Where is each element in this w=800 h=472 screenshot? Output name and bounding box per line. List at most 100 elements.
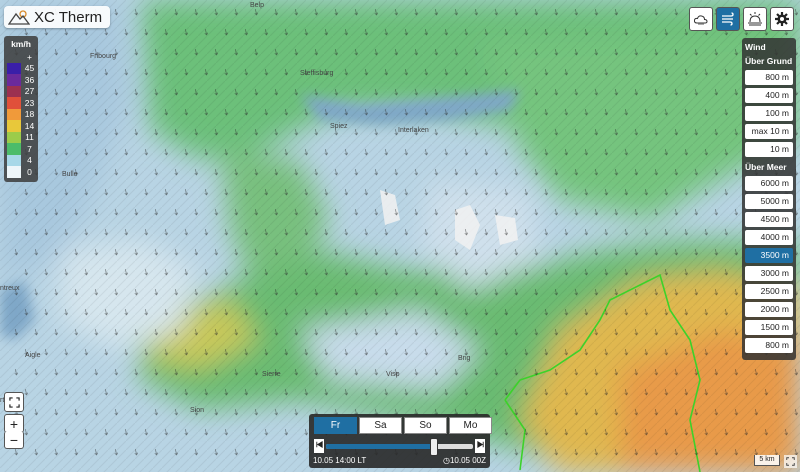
- wind-speed-legend: km/h + 45 36 27 23 18 14 11 7 4 0: [4, 36, 38, 182]
- legend-swatch: [7, 97, 21, 109]
- legend-top-marker: +: [27, 51, 32, 62]
- legend-swatch: [7, 85, 21, 97]
- legend-row: 7: [4, 143, 38, 155]
- place-label: Aigle: [25, 352, 41, 359]
- legend-row: 14: [4, 120, 38, 132]
- legend-label: 7: [27, 143, 32, 154]
- place-label: Spiez: [330, 123, 348, 130]
- app-logo[interactable]: XC Therm: [4, 6, 111, 28]
- place-label: Interlaken: [398, 127, 429, 134]
- cloud-sun-icon: [693, 15, 708, 25]
- place-label: Steffisburg: [300, 70, 333, 77]
- legend-row: 45: [4, 62, 38, 74]
- skip-back-icon: [315, 441, 323, 448]
- legend-row: 11: [4, 131, 38, 143]
- level-button[interactable]: 10 m: [745, 142, 793, 157]
- fullscreen-right-button[interactable]: [784, 455, 797, 468]
- thermal-layer-button[interactable]: [689, 7, 713, 31]
- level-button[interactable]: 3500 m: [745, 248, 793, 263]
- day-tab[interactable]: Fr: [314, 417, 357, 434]
- place-label: ntreux: [0, 285, 20, 292]
- legend-row: 0: [4, 166, 38, 178]
- legend-label: 11: [25, 132, 34, 143]
- sun-horizon-icon: [748, 12, 762, 26]
- place-label: Fribourg: [90, 53, 116, 60]
- legend-label: 27: [24, 86, 35, 97]
- day-tab[interactable]: Mo: [449, 417, 492, 434]
- place-label: Brig: [458, 355, 471, 362]
- level-button[interactable]: 400 m: [745, 88, 793, 103]
- legend-row: 23: [4, 97, 38, 109]
- level-button[interactable]: max 10 m: [745, 124, 793, 139]
- legend-label: 14: [24, 120, 35, 131]
- legend-label: 0: [27, 166, 32, 177]
- legend-row: 27: [4, 85, 38, 97]
- legend-label: 45: [24, 63, 35, 74]
- level-button[interactable]: 100 m: [745, 106, 793, 121]
- legend-row: 36: [4, 74, 38, 86]
- local-time-label: 10.05 14:00 LT: [313, 456, 367, 465]
- legend-swatch: [7, 108, 21, 120]
- above-ground-header: Über Grund: [745, 56, 793, 66]
- slider-handle[interactable]: [430, 438, 439, 456]
- utc-time-text: 10.05 00Z: [449, 456, 486, 465]
- level-button[interactable]: 6000 m: [745, 176, 793, 191]
- wind-layer-button[interactable]: [716, 7, 740, 31]
- level-button[interactable]: 1500 m: [745, 320, 793, 335]
- legend-swatch: [7, 74, 21, 86]
- level-button[interactable]: 4000 m: [745, 230, 793, 245]
- legend-label: 4: [27, 155, 32, 166]
- fullscreen-button[interactable]: [4, 392, 24, 412]
- time-control: Fr Sa So Mo 10.05 14:00 LT ◷10.05 00Z: [309, 414, 492, 468]
- utc-time-label: ◷10.05 00Z: [443, 456, 486, 465]
- legend-label: 23: [24, 97, 35, 108]
- time-prev-button[interactable]: [314, 439, 324, 453]
- level-button[interactable]: 2500 m: [745, 284, 793, 299]
- legend-swatch: [7, 131, 21, 143]
- slider-fill: [326, 444, 434, 449]
- sun-layer-button[interactable]: [743, 7, 767, 31]
- map-scale: 5 km: [754, 455, 780, 466]
- altitude-level-panel: Wind Über Grund 800 m 400 m 100 m max 10 m 1…: [742, 38, 796, 360]
- place-label: Sion: [190, 407, 204, 414]
- zoom-out-button[interactable]: −: [4, 431, 24, 449]
- wind-icon: [722, 12, 734, 26]
- time-next-button[interactable]: [475, 439, 485, 453]
- gear-icon: [775, 12, 789, 26]
- legend-swatch: [7, 154, 21, 166]
- mountain-sun-icon: [8, 10, 30, 25]
- place-label: Bulle: [62, 171, 78, 178]
- above-sea-header: Über Meer: [745, 162, 787, 172]
- legend-row: 18: [4, 108, 38, 120]
- place-label: Visp: [386, 371, 400, 378]
- layer-toolbar: [689, 7, 794, 31]
- legend-swatch: [7, 120, 21, 132]
- settings-button[interactable]: [770, 7, 794, 31]
- legend-swatch: [7, 143, 21, 155]
- expand-icon: [8, 396, 20, 408]
- legend-row: 4: [4, 154, 38, 166]
- level-button[interactable]: 3000 m: [745, 266, 793, 281]
- day-tab[interactable]: Sa: [359, 417, 402, 434]
- legend-unit: km/h: [11, 39, 31, 49]
- level-button[interactable]: 5000 m: [745, 194, 793, 209]
- level-button[interactable]: 800 m: [745, 338, 793, 353]
- level-button[interactable]: 2000 m: [745, 302, 793, 317]
- place-label: Sierre: [262, 371, 281, 378]
- level-button[interactable]: 800 m: [745, 70, 793, 85]
- app-title: XC Therm: [34, 8, 103, 26]
- legend-swatch: [7, 166, 21, 178]
- legend-label: 36: [24, 74, 35, 85]
- legend-label: 18: [24, 109, 35, 120]
- time-slider[interactable]: [314, 438, 485, 456]
- skip-forward-icon: [476, 441, 484, 448]
- wind-map[interactable]: Belp Fribourg Steffisburg Spiez Interlak…: [0, 0, 800, 472]
- day-tab[interactable]: So: [404, 417, 447, 434]
- clock-icon: ◷: [442, 456, 450, 465]
- legend-top-row: +: [4, 51, 38, 63]
- level-button[interactable]: 4500 m: [745, 212, 793, 227]
- level-panel-title: Wind: [745, 42, 766, 52]
- legend-swatch: [7, 62, 21, 74]
- expand-icon: [786, 457, 795, 466]
- place-label: Belp: [250, 2, 264, 9]
